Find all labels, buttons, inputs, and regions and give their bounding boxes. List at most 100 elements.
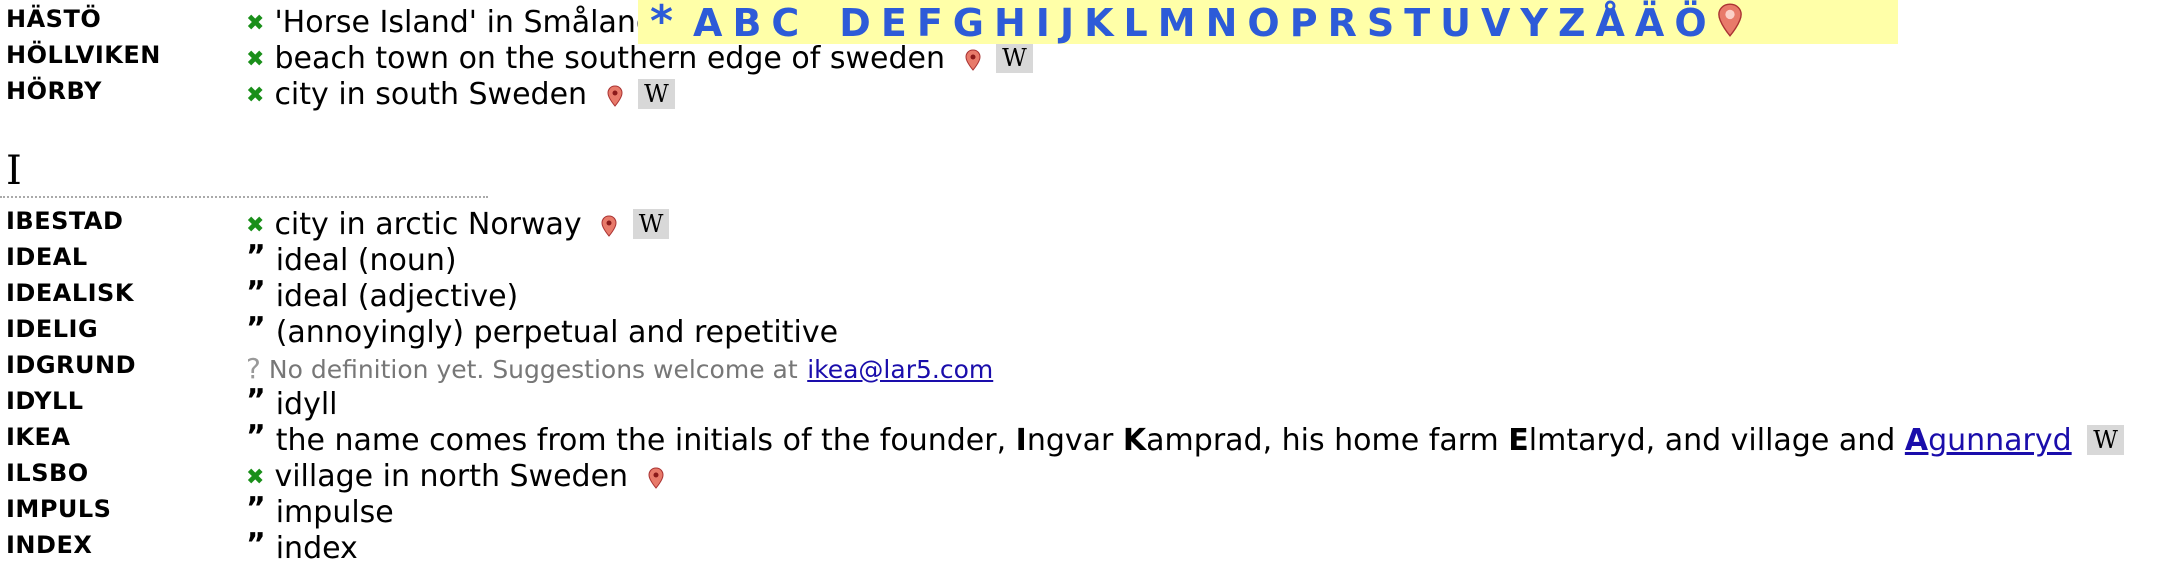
entry-row-ideal: IDEAL ” ideal (noun) (0, 240, 2181, 278)
alphabet-link-s[interactable]: S (1367, 1, 1394, 45)
entry-definition: ✖ beach town on the southern edge of swed… (246, 42, 1033, 79)
entry-term: IDEAL (6, 243, 88, 271)
alphabet-link-m[interactable]: M (1158, 1, 1196, 45)
alphabet-link-ae[interactable]: Ä (1635, 1, 1664, 45)
definition-text: impulse (275, 495, 394, 530)
wikipedia-button[interactable]: W (996, 43, 1033, 73)
place-mark-icon: ✖ (246, 11, 265, 36)
definition-text: No definition yet. Suggestions welcome a… (268, 355, 798, 384)
entry-definition: ” ideal (noun) (246, 240, 457, 278)
quote-mark-icon: ” (246, 275, 266, 310)
alphabet-all-link[interactable]: * (650, 0, 673, 47)
entry-definition: ✖ city in south Sweden W (246, 78, 675, 115)
alphabet-link-b[interactable]: B (732, 1, 761, 45)
alphabet-link-h[interactable]: H (994, 1, 1026, 45)
alphabet-link-z[interactable]: Z (1558, 1, 1586, 45)
alphabet-link-r[interactable]: R (1328, 1, 1357, 45)
entry-term: HÖRBY (6, 77, 102, 105)
alphabet-link-y[interactable]: Y (1520, 1, 1548, 45)
alphabet-link-t[interactable]: T (1404, 1, 1430, 45)
quote-mark-icon: ” (246, 311, 266, 346)
quote-mark-icon: ” (246, 239, 266, 274)
entry-definition: ” impulse (246, 492, 394, 530)
entry-row-impuls: IMPULS ” impulse (0, 492, 2181, 530)
alphabet-link-u[interactable]: U (1440, 1, 1471, 45)
email-link[interactable]: ikea@lar5.com (807, 355, 993, 384)
quote-mark-icon: ” (246, 491, 266, 526)
entry-term: IDYLL (6, 387, 84, 415)
definition-text: ideal (adjective) (275, 279, 519, 314)
alphabet-link-k[interactable]: K (1084, 1, 1113, 45)
alphabet-nav: * A B C D E F G H I J K L M N O P R S T U V Y Z Å Ä Ö (638, 0, 1898, 47)
definition-text: the name comes from the initials of the … (275, 423, 1007, 458)
wikipedia-button[interactable]: W (638, 79, 675, 109)
quote-mark-icon: ” (246, 527, 266, 562)
entry-row-index: INDEX ” index (0, 527, 2181, 566)
entry-term: INDEX (6, 531, 93, 559)
name-part: lmtaryd, and village and (1528, 423, 1896, 458)
place-mark-icon: ✖ (246, 213, 265, 238)
map-pin-icon[interactable] (607, 84, 623, 107)
wikipedia-button[interactable]: W (632, 209, 670, 239)
entry-row-ilsbo: ILSBO ✖ village in north Sweden (0, 458, 2181, 494)
alphabet-link-n[interactable]: N (1206, 1, 1238, 45)
entry-term: IDEALISK (6, 279, 134, 307)
place-mark-icon: ✖ (246, 465, 265, 490)
entry-row-horby: HÖRBY ✖ city in south Sweden W (0, 76, 2181, 112)
entry-row-ibestad: IBESTAD ✖ city in arctic Norway W (0, 206, 2181, 242)
alphabet-link-l[interactable]: L (1124, 1, 1148, 45)
entry-term: ILSBO (6, 459, 89, 487)
entry-row-idealisk: IDEALISK ” ideal (adjective) (0, 276, 2181, 314)
alphabet-link-o[interactable]: O (1247, 1, 1279, 45)
entry-definition: ” (annoyingly) perpetual and repetitive (246, 312, 839, 350)
alphabet-link-i[interactable]: I (1036, 1, 1050, 45)
entry-row-idgrund: IDGRUND ? No definition yet. Suggestions … (0, 350, 2181, 386)
section-divider (0, 196, 488, 198)
agunnaryd-link[interactable]: Agunnaryd (1905, 423, 2072, 458)
entry-row-idyll: IDYLL ” idyll (0, 384, 2181, 422)
entry-definition: ✖ village in north Sweden (246, 460, 664, 497)
alphabet-link-v[interactable]: V (1481, 1, 1510, 45)
alphabet-link-oe[interactable]: Ö (1674, 1, 1706, 45)
map-pin-icon[interactable] (601, 214, 617, 237)
definition-text: (annoyingly) perpetual and repetitive (275, 315, 839, 350)
map-pin-icon[interactable] (965, 48, 981, 71)
entry-term: IMPULS (6, 495, 112, 523)
entry-definition: ? No definition yet. Suggestions welcome … (246, 352, 993, 387)
section-heading: I (6, 148, 22, 194)
wikipedia-button[interactable]: W (2087, 425, 2124, 455)
name-part: amprad, his home farm (1146, 423, 1499, 458)
name-part: ngvar (1026, 423, 1114, 458)
alphabet-link-a[interactable]: A (693, 1, 722, 45)
definition-text: 'Horse Island' in Småland (274, 5, 655, 40)
name-part: gunnaryd (1928, 423, 2072, 458)
alphabet-link-p[interactable]: P (1290, 1, 1318, 45)
definition-text: beach town on the southern edge of swede… (274, 41, 945, 76)
alphabet-link-e[interactable]: E (881, 1, 907, 45)
quote-mark-icon: ” (246, 383, 266, 418)
quote-mark-icon: ” (246, 419, 266, 454)
entry-row-hollviken: HÖLLVIKEN ✖ beach town on the southern ed… (0, 40, 2181, 76)
initial-k: K (1122, 423, 1147, 458)
entry-definition: ✖ city in arctic Norway W (246, 207, 670, 245)
alphabet-link-c[interactable]: C (771, 1, 799, 45)
definition-text: city in arctic Norway (274, 207, 582, 242)
map-pin-icon[interactable] (1717, 2, 1743, 38)
alphabet-link-g[interactable]: G (953, 1, 984, 45)
alphabet-link-d[interactable]: D (839, 1, 871, 45)
definition-text: city in south Sweden (274, 77, 588, 112)
initial-a: A (1904, 423, 1929, 458)
entry-definition: ” idyll (246, 384, 338, 422)
alphabet-link-f[interactable]: F (917, 1, 943, 45)
unknown-mark-icon: ? (246, 352, 261, 385)
place-mark-icon: ✖ (246, 83, 265, 108)
map-pin-icon[interactable] (648, 466, 664, 489)
definition-text: ideal (noun) (275, 243, 457, 278)
entry-term: HÄSTÖ (6, 5, 102, 33)
entry-row-ikea: IKEA ” the name comes from the initials o… (0, 419, 2181, 458)
alphabet-link-j[interactable]: J (1060, 1, 1074, 45)
initial-i: I (1015, 423, 1027, 458)
entry-definition: ” ideal (adjective) (246, 276, 519, 314)
alphabet-link-aa[interactable]: Å (1596, 1, 1625, 45)
entry-row-idelig: IDELIG ” (annoyingly) perpetual and repet… (0, 312, 2181, 350)
